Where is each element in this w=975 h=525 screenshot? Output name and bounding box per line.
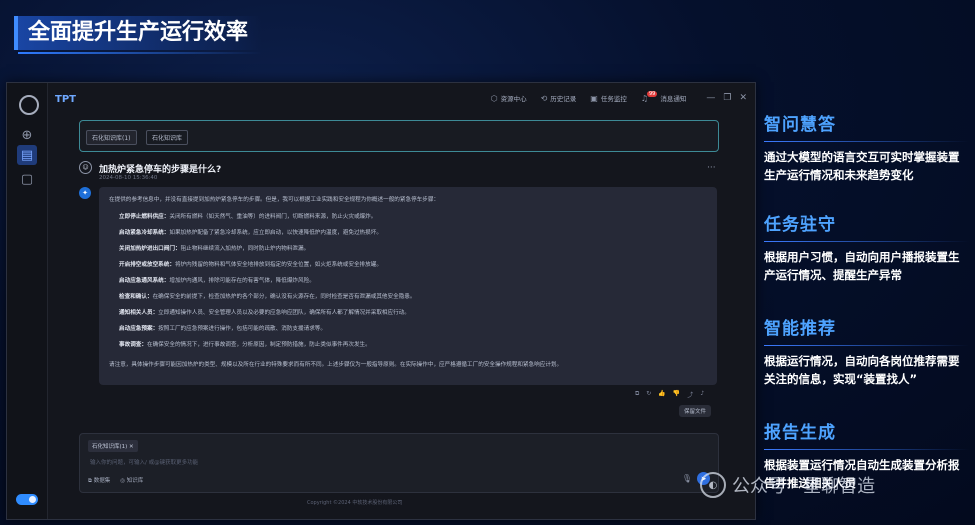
refresh-icon[interactable]: ↻ bbox=[646, 390, 651, 399]
answer-step: 启动应急通风系统：增加炉内通风，排除可能存在的有害气体，降低爆炸风险。 bbox=[119, 278, 315, 284]
speaker-icon[interactable]: ♪ bbox=[700, 390, 704, 399]
answer-step: 关闭加热炉进出口阀门：阻止物料继续流入加热炉，同时防止炉内物料泄漏。 bbox=[119, 246, 310, 252]
minimize-icon[interactable]: — bbox=[706, 93, 715, 103]
wechat-icon: ◐ bbox=[700, 472, 726, 498]
dataset-button[interactable]: ⧉ 数据集 bbox=[88, 476, 110, 485]
slide-title: 全面提升生产运行效率 bbox=[14, 16, 263, 54]
dislike-icon[interactable]: 👎 bbox=[673, 390, 680, 399]
answer-card: 在提供的参考信息中，并没有直接提到加热炉紧急停车的步骤。但是，我可以根据工业实践… bbox=[99, 187, 717, 385]
answer-step: 立即停止燃料供应：关闭所有燃料（如天然气、重油等）的进料阀门，切断燃料来源，防止… bbox=[119, 214, 377, 220]
answer-step: 通知相关人员：立即通知操作人员、安全管理人员以及必要的应急响应团队，确保所有人都… bbox=[119, 310, 410, 316]
history-icon: ⟲ bbox=[540, 93, 548, 103]
document-icon[interactable]: ▢ bbox=[17, 169, 37, 189]
like-icon[interactable]: 👍 bbox=[658, 390, 665, 399]
history-button[interactable]: ⟲ 历史记录 bbox=[540, 93, 577, 104]
chat-icon[interactable]: ▤ bbox=[17, 145, 37, 165]
notification-button[interactable]: ♫ 99 消息通知 bbox=[641, 91, 686, 103]
feature-recommend: 智能推荐 根据运行情况，自动向各岗位推荐需要关注的信息，实现“装置找人” bbox=[764, 314, 969, 388]
kb-chip[interactable]: 石化知识库 bbox=[146, 130, 189, 145]
knowledge-base-button[interactable]: ◎ 知识库 bbox=[120, 476, 143, 485]
resource-center-button[interactable]: ⬡ 资源中心 bbox=[490, 93, 527, 104]
feature-task-watch: 任务驻守 根据用户习惯，自动向用户播报装置生产运行情况、提醒生产异常 bbox=[764, 210, 969, 284]
app-window: ⊕ ▤ ▢ TPT ⬡ 资源中心 ⟲ 历史记录 ▣ 任务监控 ♫ 99 消息通知 — ❐ … bbox=[6, 82, 756, 520]
task-monitor-button[interactable]: ▣ 任务监控 bbox=[590, 93, 627, 104]
theme-toggle[interactable] bbox=[16, 494, 38, 505]
composer-kb-chip[interactable]: 石化知识库(1) ✕ bbox=[88, 440, 138, 452]
user-avatar-icon[interactable] bbox=[19, 95, 39, 115]
knowledge-base-bar: 石化知识库(1) 石化知识库 bbox=[79, 120, 719, 152]
copyright-text: Copyright ©2024 中软技术股份有限公司 bbox=[307, 500, 403, 506]
user-icon: ☺ bbox=[79, 161, 92, 174]
answer-step: 启动应急预案：按照工厂的应急预案进行操作，包括可能的疏散、消防支援请求等。 bbox=[119, 326, 326, 332]
kb-chip-selected[interactable]: 石化知识库(1) bbox=[86, 130, 137, 145]
cube-icon: ⬡ bbox=[490, 93, 498, 103]
watermark: ◐ 公众号 · 星聊智造 bbox=[700, 472, 875, 498]
answer-actions: ⧉ ↻ 👍 👎 ⤴ ♪ bbox=[635, 390, 704, 399]
add-icon[interactable]: ⊕ bbox=[17, 125, 37, 145]
copy-icon[interactable]: ⧉ bbox=[635, 390, 639, 399]
answer-step: 启动紧急冷却系统：如果加热炉配备了紧急冷却系统，应立即启动，以快速降低炉内温度，… bbox=[119, 230, 382, 236]
assistant-icon: ✦ bbox=[79, 187, 91, 199]
composer: 石化知识库(1) ✕ 输入你的问题，可输入/ 或@键获取更多功能 ⧉ 数据集 ◎… bbox=[79, 433, 719, 493]
feature-qa: 智问慧答 通过大模型的语言交互可实时掌握装置生产运行情况和未来趋势变化 bbox=[764, 110, 969, 184]
topbar: TPT ⬡ 资源中心 ⟲ 历史记录 ▣ 任务监控 ♫ 99 消息通知 — ❐ ✕ bbox=[47, 83, 755, 115]
answer-step: 事故调查：在确保安全的情况下，进行事故调查，分析原因，制定预防措施，防止类似事件… bbox=[119, 342, 371, 348]
close-icon[interactable]: ✕ bbox=[739, 93, 747, 103]
answer-intro: 在提供的参考信息中，并没有直接提到加热炉紧急停车的步骤。但是，我可以根据工业实践… bbox=[109, 197, 440, 203]
task-icon: ▣ bbox=[590, 93, 598, 103]
message-input[interactable]: 输入你的问题，可输入/ 或@键获取更多功能 bbox=[90, 458, 198, 466]
save-file-button[interactable]: 保留文件 bbox=[679, 405, 712, 417]
question-text: 加热炉紧急停车的步骤是什么? bbox=[99, 165, 222, 175]
share-icon[interactable]: ⤴ bbox=[687, 390, 693, 399]
question-timestamp: 2024-08-10 15:36:40 bbox=[99, 175, 158, 181]
answer-step: 检查和确认：在确保安全的前提下，检查加热炉的各个部分，确认没有火源存在，同时检查… bbox=[119, 294, 416, 300]
microphone-icon[interactable]: 🎙 bbox=[682, 474, 692, 483]
sidebar: ⊕ ▤ ▢ bbox=[7, 83, 48, 519]
brand-logo: TPT bbox=[55, 94, 76, 105]
notification-badge: 99 bbox=[647, 91, 658, 97]
more-icon[interactable]: ··· bbox=[707, 163, 716, 173]
answer-closing: 请注意，具体操作步骤可能因加热炉的类型、规模以及所在行业的特殊要求而有所不同。上… bbox=[109, 362, 563, 368]
answer-step: 开启排空或放空系统：将炉内残留的物料和气体安全地排放到指定的安全位置，如火炬系统… bbox=[119, 262, 382, 268]
maximize-icon[interactable]: ❐ bbox=[723, 93, 731, 103]
